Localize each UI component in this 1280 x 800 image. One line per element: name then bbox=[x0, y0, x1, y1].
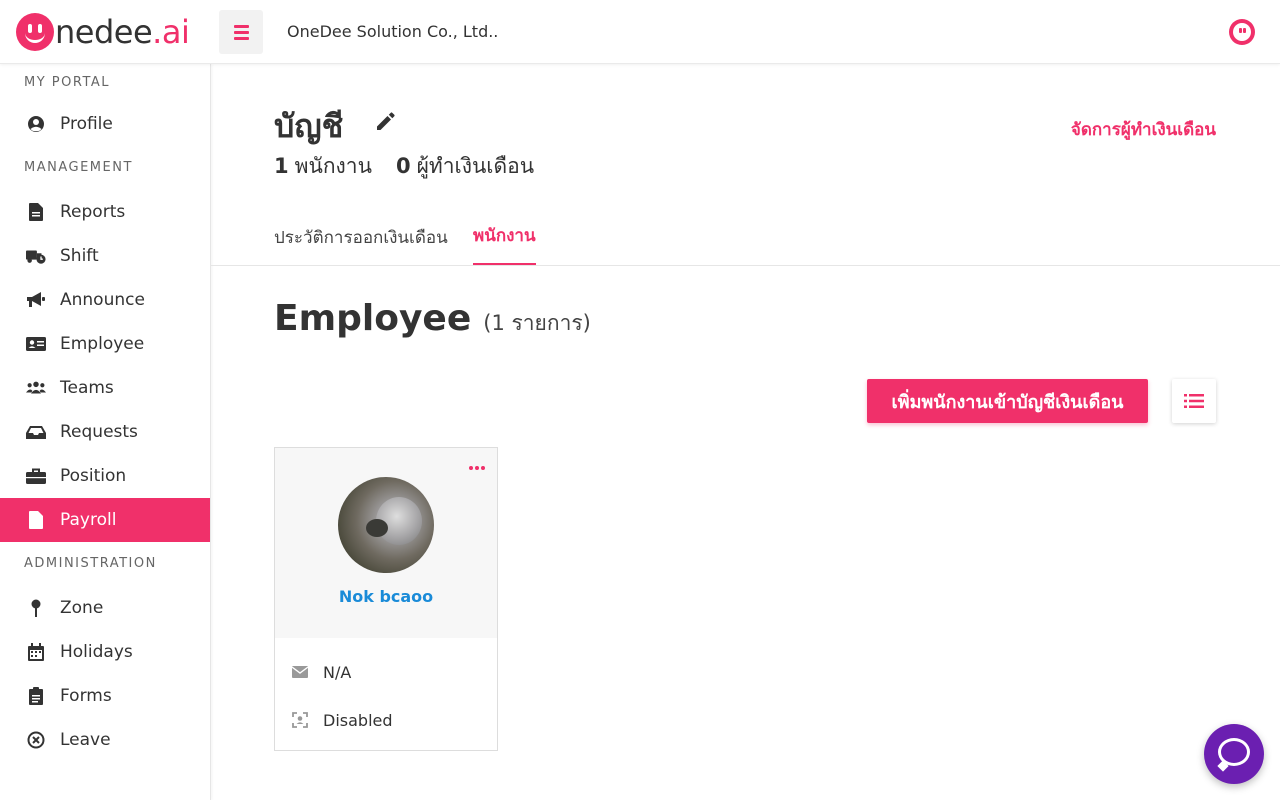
clipboard-icon bbox=[26, 686, 46, 706]
top-bar: nedee.ai OneDee Solution Co., Ltd.. bbox=[0, 0, 1280, 64]
employee-heading: Employee (1 รายการ) bbox=[274, 298, 591, 340]
sidebar-item-employee[interactable]: Employee bbox=[0, 322, 210, 366]
megaphone-icon bbox=[26, 290, 46, 310]
sidebar-item-announce[interactable]: Announce bbox=[0, 278, 210, 322]
svg-text:$: $ bbox=[33, 518, 39, 527]
list-view-button[interactable] bbox=[1172, 379, 1216, 423]
calendar-icon bbox=[26, 642, 46, 662]
tab-bar: ประวัติการออกเงินเดือน พนักงาน bbox=[211, 214, 1280, 266]
account-title: บัญชี bbox=[274, 107, 344, 145]
sidebar: MY PORTAL Profile MANAGEMENT Reports Shi… bbox=[0, 64, 211, 800]
onedee-logo[interactable]: nedee.ai bbox=[16, 13, 190, 51]
employee-heading-title: Employee bbox=[274, 298, 472, 339]
employee-stat: 1 พนักงาน bbox=[274, 154, 372, 178]
payroll-maker-stat: 0 ผู้ทำเงินเดือน bbox=[395, 154, 535, 178]
employee-avatar bbox=[338, 477, 434, 573]
sidebar-item-position[interactable]: Position bbox=[0, 454, 210, 498]
logo-face-icon bbox=[16, 13, 54, 51]
sidebar-item-leave[interactable]: Leave bbox=[0, 718, 210, 762]
sidebar-item-requests[interactable]: Requests bbox=[0, 410, 210, 454]
sidebar-item-reports[interactable]: Reports bbox=[0, 190, 210, 234]
more-options-icon[interactable] bbox=[469, 460, 485, 476]
user-circle-icon bbox=[26, 114, 46, 134]
list-icon bbox=[1184, 393, 1204, 409]
main-content: บัญชี 1 พนักงาน 0 ผู้ทำเงินเดือน จัดการผู้… bbox=[211, 64, 1280, 800]
section-management: MANAGEMENT bbox=[24, 160, 133, 175]
employee-card-header: Nok bcaoo bbox=[275, 448, 497, 638]
employee-name[interactable]: Nok bcaoo bbox=[275, 587, 497, 606]
briefcase-icon bbox=[26, 466, 46, 486]
times-circle-icon bbox=[26, 730, 46, 750]
sidebar-item-forms[interactable]: Forms bbox=[0, 674, 210, 718]
invoice-dollar-icon: $ bbox=[26, 510, 46, 530]
company-name: OneDee Solution Co., Ltd.. bbox=[287, 22, 499, 41]
employee-face-status-row: Disabled bbox=[291, 708, 393, 732]
employee-count: (1 รายการ) bbox=[483, 311, 591, 335]
account-stats: 1 พนักงาน 0 ผู้ทำเงินเดือน bbox=[274, 150, 534, 183]
hamburger-menu-button[interactable] bbox=[219, 10, 263, 54]
file-icon bbox=[26, 202, 46, 222]
envelope-icon bbox=[291, 663, 309, 681]
sidebar-item-payroll[interactable]: $ Payroll bbox=[0, 498, 210, 542]
user-avatar-icon[interactable] bbox=[1229, 19, 1255, 45]
sidebar-item-teams[interactable]: Teams bbox=[0, 366, 210, 410]
employee-email-row: N/A bbox=[291, 660, 351, 684]
manage-payroll-makers-link[interactable]: จัดการผู้ทำเงินเดือน bbox=[1071, 116, 1216, 143]
tab-employees[interactable]: พนักงาน bbox=[473, 222, 536, 265]
tab-payroll-history[interactable]: ประวัติการออกเงินเดือน bbox=[274, 224, 448, 267]
inbox-icon bbox=[26, 422, 46, 442]
pencil-icon[interactable] bbox=[374, 109, 398, 133]
add-employee-to-payroll-button[interactable]: เพิ่มพนักงานเข้าบัญชีเงินเดือน bbox=[867, 379, 1148, 423]
sidebar-item-zone[interactable]: Zone bbox=[0, 586, 210, 630]
map-pin-icon bbox=[26, 598, 46, 618]
sidebar-item-holidays[interactable]: Holidays bbox=[0, 630, 210, 674]
chat-widget-button[interactable] bbox=[1204, 724, 1264, 784]
employee-card[interactable]: Nok bcaoo N/A Disabled bbox=[274, 447, 498, 751]
section-administration: ADMINISTRATION bbox=[24, 556, 157, 571]
section-my-portal: MY PORTAL bbox=[24, 75, 111, 90]
users-icon bbox=[26, 378, 46, 398]
sidebar-item-shift[interactable]: Shift bbox=[0, 234, 210, 278]
face-scan-icon bbox=[291, 711, 309, 729]
truck-clock-icon bbox=[26, 246, 46, 266]
id-card-icon bbox=[26, 334, 46, 354]
sidebar-item-profile[interactable]: Profile bbox=[0, 102, 210, 146]
logo-text: nedee.ai bbox=[55, 13, 190, 51]
